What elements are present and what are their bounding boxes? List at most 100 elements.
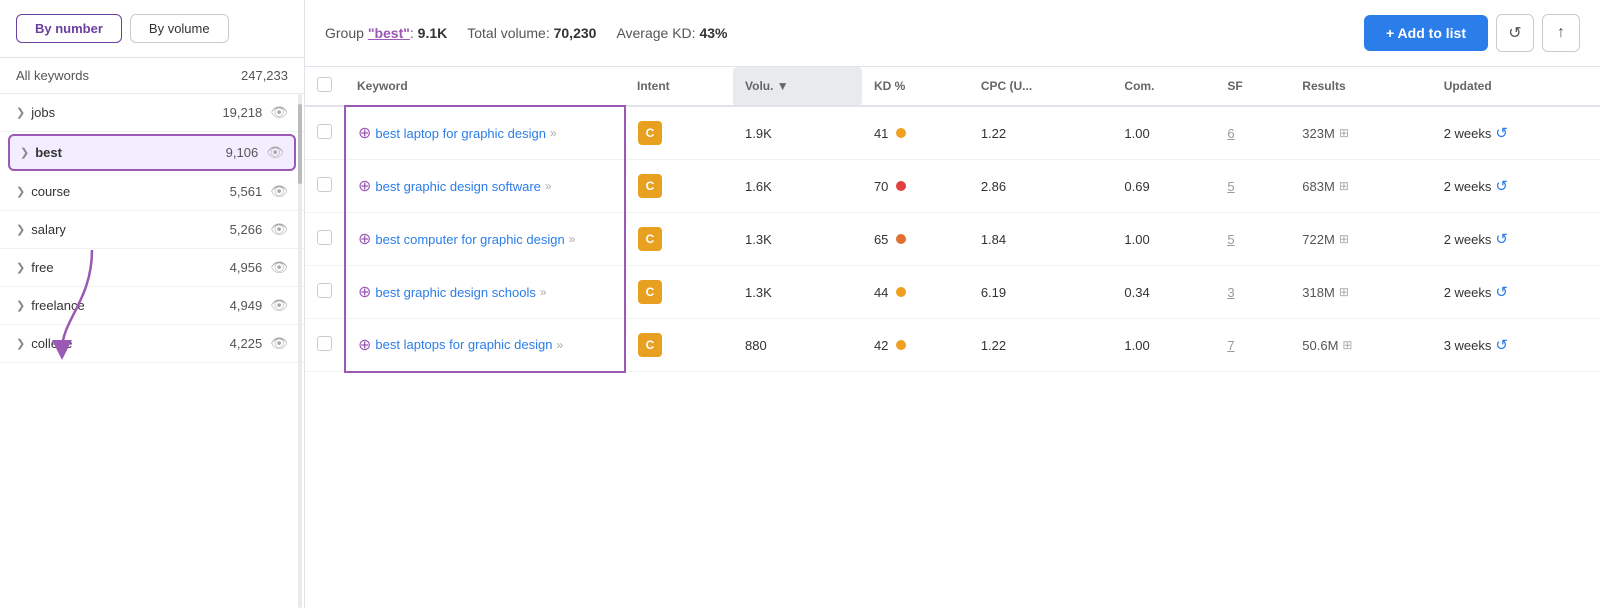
- sidebar-keyword-name: best: [35, 145, 62, 160]
- row-refresh-icon[interactable]: ↺: [1495, 230, 1508, 248]
- col-checkbox: [305, 67, 345, 106]
- sf-cell: 3: [1215, 266, 1290, 319]
- keyword-link[interactable]: ⊕ best laptop for graphic design »: [358, 123, 612, 143]
- intent-badge: C: [638, 174, 662, 198]
- add-keyword-icon[interactable]: ⊕: [358, 176, 371, 196]
- keyword-text: best graphic design schools: [375, 285, 535, 300]
- keyword-cell: ⊕ best laptop for graphic design »: [345, 106, 625, 160]
- volume-cell: 1.3K: [733, 213, 862, 266]
- add-keyword-icon[interactable]: ⊕: [358, 335, 371, 355]
- row-checkbox[interactable]: [317, 283, 332, 298]
- table-row: ⊕ best graphic design schools » C 1.3K 4…: [305, 266, 1600, 319]
- sidebar-keyword-count: 19,218: [222, 105, 262, 120]
- sf-link[interactable]: 7: [1227, 338, 1234, 353]
- sidebar-keyword-name: freelance: [31, 298, 84, 313]
- chevron-icon: ❯: [16, 337, 25, 350]
- expand-keyword-icon[interactable]: »: [540, 285, 547, 299]
- chevron-icon: ❯: [16, 185, 25, 198]
- all-keywords-label: All keywords: [16, 68, 89, 83]
- sidebar-keyword-list: ❯ jobs 19,218 👁 ❯ best 9,106 👁 ❯ course …: [0, 94, 304, 608]
- sidebar-item-jobs[interactable]: ❯ jobs 19,218 👁: [0, 94, 304, 132]
- volume-cell: 880: [733, 319, 862, 372]
- all-keywords-row: All keywords 247,233: [0, 58, 304, 94]
- sidebar-item-salary[interactable]: ❯ salary 5,266 👁: [0, 211, 304, 249]
- eye-icon[interactable]: 👁: [270, 104, 288, 121]
- sf-link[interactable]: 6: [1227, 126, 1234, 141]
- eye-icon[interactable]: 👁: [270, 259, 288, 276]
- row-checkbox-cell: [305, 160, 345, 213]
- cpc-cell: 6.19: [969, 266, 1113, 319]
- kd-dot: [896, 234, 906, 244]
- row-checkbox[interactable]: [317, 124, 332, 139]
- sidebar-item-left: ❯ course: [16, 184, 70, 199]
- chevron-icon: ❯: [16, 106, 25, 119]
- com-cell: 0.69: [1112, 160, 1215, 213]
- table-header: Keyword Intent Volu. ▼ KD % CPC (U... Co…: [305, 67, 1600, 106]
- table-row: ⊕ best graphic design software » C 1.6K …: [305, 160, 1600, 213]
- expand-keyword-icon[interactable]: »: [569, 232, 576, 246]
- col-volume[interactable]: Volu. ▼: [733, 67, 862, 106]
- row-refresh-icon[interactable]: ↺: [1495, 283, 1508, 301]
- row-refresh-icon[interactable]: ↺: [1495, 336, 1508, 354]
- add-keyword-icon[interactable]: ⊕: [358, 229, 371, 249]
- main-content: Group "best": 9.1K Total volume: 70,230 …: [305, 0, 1600, 608]
- select-all-checkbox[interactable]: [317, 77, 332, 92]
- eye-icon[interactable]: 👁: [270, 221, 288, 238]
- keyword-link[interactable]: ⊕ best graphic design software »: [358, 176, 612, 196]
- scrollbar-thumb[interactable]: [298, 104, 302, 184]
- intent-cell: C: [625, 213, 733, 266]
- chevron-icon: ❯: [16, 223, 25, 236]
- sf-cell: 6: [1215, 106, 1290, 160]
- keyword-link[interactable]: ⊕ best graphic design schools »: [358, 282, 612, 302]
- tab-by-volume[interactable]: By volume: [130, 14, 229, 43]
- refresh-button[interactable]: ↺: [1496, 14, 1534, 52]
- sidebar-item-course[interactable]: ❯ course 5,561 👁: [0, 173, 304, 211]
- results-search-icon: ⊞: [1342, 338, 1352, 352]
- sidebar-item-right: 4,949 👁: [230, 297, 288, 314]
- keyword-cell: ⊕ best graphic design schools »: [345, 266, 625, 319]
- intent-badge: C: [638, 227, 662, 251]
- keyword-link[interactable]: ⊕ best laptops for graphic design »: [358, 335, 612, 355]
- intent-cell: C: [625, 106, 733, 160]
- sidebar-item-free[interactable]: ❯ free 4,956 👁: [0, 249, 304, 287]
- row-checkbox[interactable]: [317, 230, 332, 245]
- chevron-icon: ❯: [16, 299, 25, 312]
- expand-keyword-icon[interactable]: »: [556, 338, 563, 352]
- scrollbar-track[interactable]: [298, 94, 302, 608]
- keyword-link[interactable]: ⊕ best computer for graphic design »: [358, 229, 612, 249]
- header-stats: Group "best": 9.1K Total volume: 70,230 …: [325, 25, 727, 41]
- add-keyword-icon[interactable]: ⊕: [358, 282, 371, 302]
- row-refresh-icon[interactable]: ↺: [1495, 177, 1508, 195]
- add-to-list-button[interactable]: + Add to list: [1364, 15, 1488, 51]
- intent-cell: C: [625, 266, 733, 319]
- sidebar-keyword-count: 4,949: [230, 298, 263, 313]
- eye-icon[interactable]: 👁: [270, 297, 288, 314]
- row-checkbox[interactable]: [317, 177, 332, 192]
- results-value: 683M: [1302, 179, 1335, 194]
- sf-link[interactable]: 5: [1227, 232, 1234, 247]
- eye-icon[interactable]: 👁: [270, 183, 288, 200]
- kd-cell: 65: [862, 213, 969, 266]
- sidebar-item-freelance[interactable]: ❯ freelance 4,949 👁: [0, 287, 304, 325]
- sidebar-item-college[interactable]: ❯ college 4,225 👁: [0, 325, 304, 363]
- total-volume-value: 70,230: [554, 25, 597, 41]
- sf-link[interactable]: 3: [1227, 285, 1234, 300]
- sidebar-keyword-name: jobs: [31, 105, 55, 120]
- table-body: ⊕ best laptop for graphic design » C 1.9…: [305, 106, 1600, 372]
- updated-cell: 2 weeks ↺: [1432, 106, 1600, 160]
- export-button[interactable]: ↑: [1542, 14, 1580, 52]
- sf-link[interactable]: 5: [1227, 179, 1234, 194]
- com-cell: 0.34: [1112, 266, 1215, 319]
- expand-keyword-icon[interactable]: »: [545, 179, 552, 193]
- results-search-icon: ⊞: [1339, 285, 1349, 299]
- eye-icon[interactable]: 👁: [266, 144, 284, 161]
- keyword-cell: ⊕ best laptops for graphic design »: [345, 319, 625, 372]
- add-keyword-icon[interactable]: ⊕: [358, 123, 371, 143]
- row-checkbox[interactable]: [317, 336, 332, 351]
- sidebar-item-best[interactable]: ❯ best 9,106 👁: [8, 134, 296, 171]
- tab-by-number[interactable]: By number: [16, 14, 122, 43]
- eye-icon[interactable]: 👁: [270, 335, 288, 352]
- expand-keyword-icon[interactable]: »: [550, 126, 557, 140]
- row-checkbox-cell: [305, 213, 345, 266]
- row-refresh-icon[interactable]: ↺: [1495, 124, 1508, 142]
